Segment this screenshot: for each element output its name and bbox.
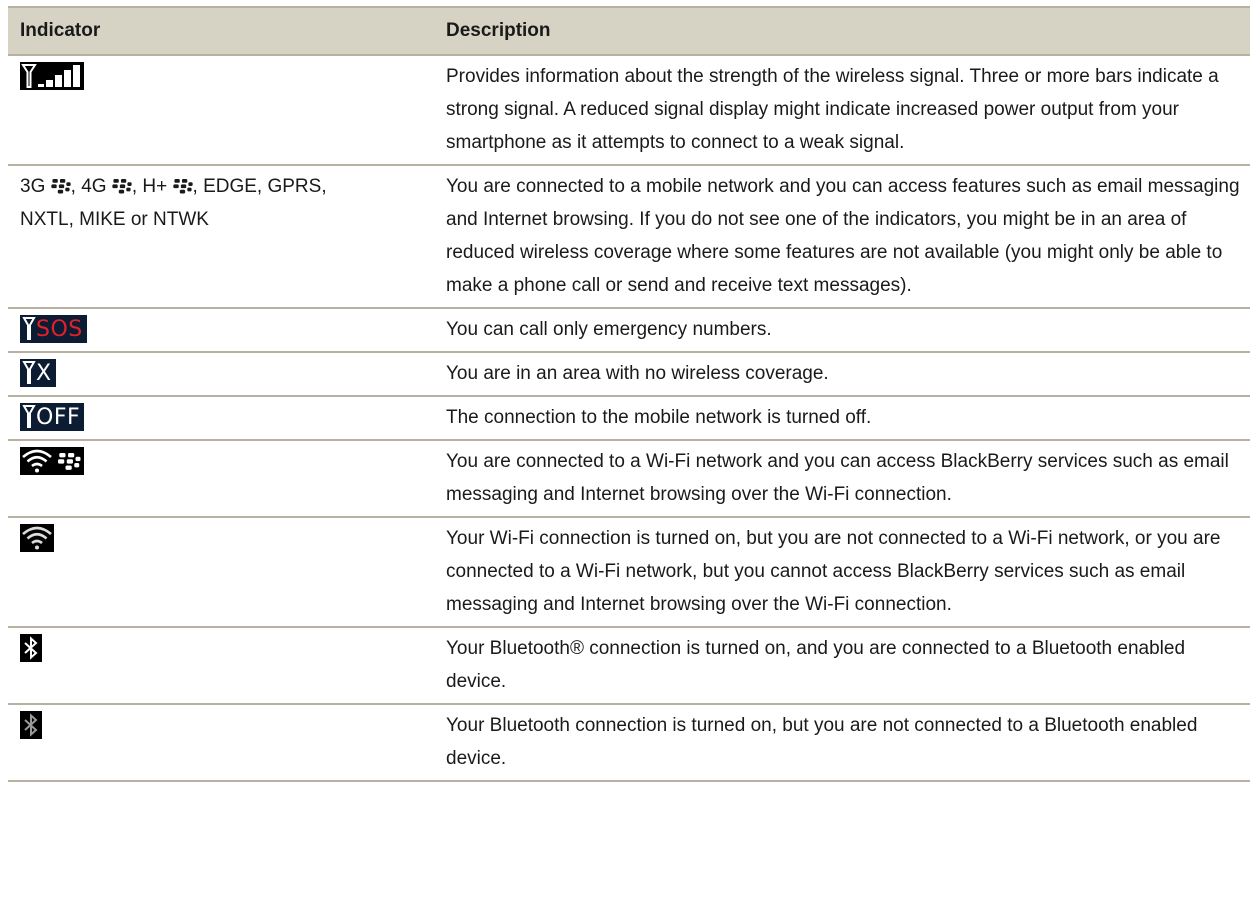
column-header-indicator: Indicator [8,6,434,56]
network-off-icon: OFF [20,403,85,431]
indicator-3g-label: 3G [20,176,46,197]
description-cell: You are connected to a mobile network an… [434,165,1250,309]
indicator-cell: 3G , 4G , H+ , EDGE, GPRS, NXTL, MIKE or… [8,165,434,309]
indicator-cell [8,55,434,166]
indicator-cell [8,627,434,705]
description-cell: Your Wi-Fi connection is turned on, but … [434,517,1250,628]
indicator-cell: OFF [8,396,434,441]
description-cell: You can call only emergency numbers. [434,308,1250,353]
description-cell: You are connected to a Wi-Fi network and… [434,440,1250,518]
description-cell: You are in an area with no wireless cove… [434,352,1250,397]
indicator-cell [8,440,434,518]
table-row: SOS You can call only emergency numbers. [8,308,1250,353]
wifi-icon [20,524,54,552]
indicator-hplus-label: H+ [142,176,168,197]
table-row: X You are in an area with no wireless co… [8,352,1250,397]
table-row: Provides information about the strength … [8,55,1250,166]
no-coverage-icon: X [20,359,56,387]
wifi-blackberry-icon [20,447,84,475]
blackberry-logo-icon [112,179,132,194]
sos-signal-icon: SOS [20,315,87,343]
indicator-rest-label-2: NXTL, MIKE or NTWK [20,209,209,230]
table-row: 3G , 4G , H+ , EDGE, GPRS, NXTL, MIKE or… [8,165,1250,309]
column-header-description: Description [434,6,1250,56]
indicator-table: Indicator Description Provides informati… [8,6,1250,782]
table-row: Your Wi-Fi connection is turned on, but … [8,517,1250,628]
bluetooth-on-icon [20,711,42,739]
description-cell: Your Bluetooth connection is turned on, … [434,704,1250,782]
table-row: Your Bluetooth® connection is turned on,… [8,627,1250,705]
bluetooth-connected-icon [20,634,42,662]
description-cell: Your Bluetooth® connection is turned on,… [434,627,1250,705]
indicator-4g-label: 4G [81,176,107,197]
table-header-row: Indicator Description [8,6,1250,56]
description-cell: Provides information about the strength … [434,55,1250,166]
indicator-cell [8,517,434,628]
blackberry-logo-icon [172,179,193,194]
signal-strength-icon [20,62,84,90]
indicator-cell: X [8,352,434,397]
table-row: OFF The connection to the mobile network… [8,396,1250,441]
indicator-cell [8,704,434,782]
table-row: You are connected to a Wi-Fi network and… [8,440,1250,518]
indicator-rest-label-1: , EDGE, GPRS, [192,176,327,197]
description-cell: The connection to the mobile network is … [434,396,1250,441]
blackberry-logo-icon [50,179,71,194]
indicator-cell: SOS [8,308,434,353]
table-row: Your Bluetooth connection is turned on, … [8,704,1250,782]
